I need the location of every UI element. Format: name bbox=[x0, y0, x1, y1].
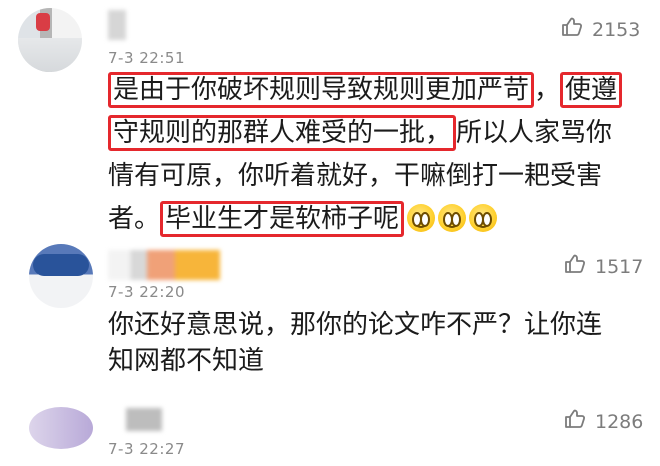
avatar[interactable] bbox=[29, 407, 93, 449]
comment-1: 7-3 22:51 2153 是由于你破坏规则导致规则更加严苛，使遵 守规则的那… bbox=[0, 0, 660, 237]
comment-text: 你还好意思说，那你的论文咋不严？让你连 知网都不知道 bbox=[108, 307, 648, 379]
thumbs-up-icon bbox=[560, 15, 584, 44]
grin-emoji-icon bbox=[407, 204, 436, 232]
highlight-box: 使遵 bbox=[560, 72, 623, 108]
like-count: 1517 bbox=[595, 255, 644, 278]
comment-time: 7-3 22:20 bbox=[108, 283, 185, 301]
like-count: 1286 bbox=[595, 410, 644, 433]
comment-time: 7-3 22:27 bbox=[108, 440, 185, 458]
comment-2: 7-3 22:20 1517 你还好意思说，那你的论文咋不严？让你连 知网都不知… bbox=[0, 235, 660, 397]
like-count: 2153 bbox=[592, 18, 641, 41]
comment-time: 7-3 22:51 bbox=[108, 49, 185, 67]
highlight-box: 毕业生才是软柿子呢 bbox=[160, 201, 405, 237]
username[interactable] bbox=[126, 408, 162, 431]
text-line: 你还好意思说，那你的论文咋不严？让你连 bbox=[108, 310, 603, 340]
grin-emoji-icon bbox=[438, 204, 467, 232]
like-button[interactable]: 2153 bbox=[560, 15, 640, 44]
highlight-box: 是由于你破坏规则导致规则更加严苛 bbox=[108, 72, 535, 108]
grin-emoji-icon bbox=[469, 204, 498, 232]
thumbs-up-icon bbox=[563, 252, 587, 281]
text-line: 情有可原，你听着就好，干嘛倒打一耙受害 bbox=[108, 161, 603, 191]
comment-text: 是由于你破坏规则导致规则更加严苛，使遵 守规则的那群人难受的一批， 所以人家骂你 … bbox=[108, 69, 648, 241]
avatar[interactable] bbox=[18, 8, 82, 72]
thumbs-up-icon bbox=[563, 407, 587, 436]
text-fragment: 者。 bbox=[108, 204, 161, 234]
text-fragment: 所以人家骂你 bbox=[456, 118, 613, 148]
comment-3: 7-3 22:27 1286 bbox=[0, 397, 660, 466]
like-button[interactable]: 1517 bbox=[563, 252, 643, 281]
text-line: 知网都不知道 bbox=[108, 346, 265, 376]
highlight-box: 守规则的那群人难受的一批， bbox=[108, 115, 457, 151]
like-button[interactable]: 1286 bbox=[563, 407, 643, 436]
username[interactable] bbox=[108, 250, 220, 280]
username[interactable] bbox=[108, 10, 126, 40]
text-fragment: ， bbox=[534, 75, 561, 105]
avatar[interactable] bbox=[29, 244, 93, 308]
